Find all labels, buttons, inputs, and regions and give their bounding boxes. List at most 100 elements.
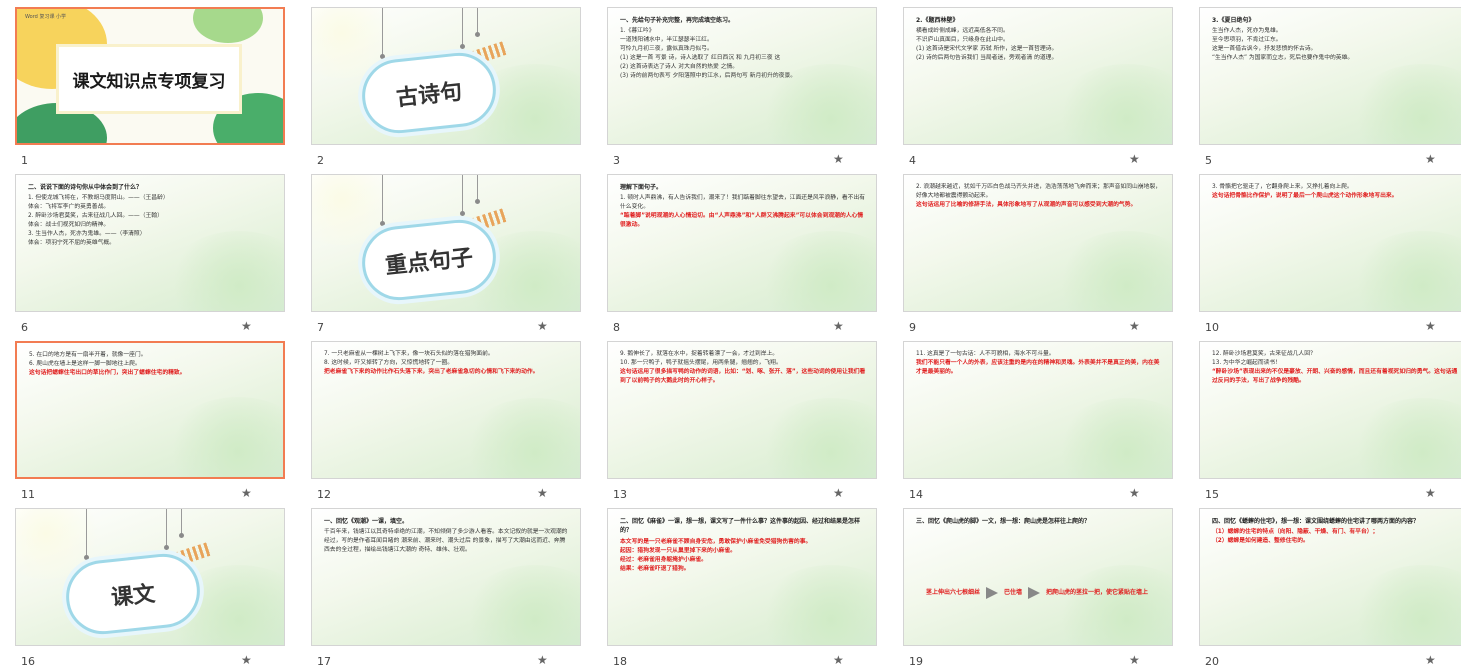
- hanging-string: [181, 509, 182, 535]
- slide-thumbnail-18[interactable]: 二、回忆《麻雀》一课，想一想，课文写了一件什么事？这件事的起因、经过和结果是怎样…: [607, 508, 887, 669]
- slide-thumbnail-4[interactable]: 2.《题西林壁》 横看成岭侧成峰，远近高低各不同。 不识庐山真面目，只缘身在此山中。…: [903, 7, 1183, 168]
- slide-preview[interactable]: 理解下面句子。 1. 顿时人声鼎沸，有人告诉我们，潮来了！我们踮着脚往东望去，江面…: [607, 174, 877, 312]
- slide-preview[interactable]: 重点句子: [311, 174, 581, 312]
- slide-thumbnail-3[interactable]: 一、先给句子补充完整，再完成填空练习。 1.《暮江吟》 一道残阳铺水中，半江瑟瑟半江…: [607, 7, 887, 168]
- slide-thumbnail-1[interactable]: Word 复习课 小学 课文知识点专项复习 1: [15, 7, 295, 168]
- slide-preview[interactable]: 7. 一只老麻雀从一棵树上飞下来，像一块石头似的落在猎狗面前。 8. 这时候，吓又…: [311, 341, 581, 479]
- slide-text-line: 10. 那一只鸭子，鸭子就摇头摆尾，用两条腿，翘翘的，飞翔。: [620, 359, 782, 366]
- hanging-string: [477, 175, 478, 201]
- slide-preview[interactable]: 课文: [15, 508, 285, 646]
- slide-text-line: 体会：飞将军李广的英勇善战。: [28, 204, 110, 211]
- slide-thumbnail-9[interactable]: 2. 浪潮越来越近，犹如千万匹白色战马齐头并进，浩浩荡荡地飞奔而来；那声音如同山…: [903, 174, 1183, 335]
- slide-thumbnail-5[interactable]: 3.《夏日绝句》 生当作人杰，死亦为鬼雄。 至今思项羽，不肯过江东。 这是一首借古讽今…: [1199, 7, 1461, 168]
- slide-thumbnail-10[interactable]: 3. 骨骼把它驱走了，它翻身爬上来，又挣扎着向上爬。 这句话把骨骼比作保护，说明了…: [1199, 174, 1461, 335]
- slide-thumbnail-20[interactable]: 四、回忆《蟋蟀的住宅》，想一想：课文围绕蟋蟀的住宅讲了哪两方面的内容？ （1）蟋蟀…: [1199, 508, 1461, 669]
- hanging-bead: [380, 54, 385, 59]
- slide-heading: 2.《题西林壁》: [916, 17, 959, 24]
- animation-star-icon[interactable]: ★: [537, 653, 548, 667]
- section-title: 古诗句: [395, 78, 464, 112]
- animation-star-icon[interactable]: ★: [833, 319, 844, 333]
- slide-thumbnail-8[interactable]: 理解下面句子。 1. 顿时人声鼎沸，有人告诉我们，潮来了！我们踮着脚往东望去，江面…: [607, 174, 887, 335]
- slide-heading: 三、回忆《爬山虎的脚》一文，想一想：爬山虎是怎样往上爬的？: [916, 518, 1091, 525]
- slide-content: 11. 这真是了一句古话：人不可貌相，海水不可斗量。 我们不能只看一个人的外表，应…: [916, 350, 1162, 472]
- slide-text-line: 横看成岭侧成峰，远近高低各不同。: [916, 28, 1009, 35]
- slide-preview[interactable]: 四、回忆《蟋蟀的住宅》，想一想：课文围绕蟋蟀的住宅讲了哪两方面的内容？ （1）蟋蟀…: [1199, 508, 1461, 646]
- slide-number: 14: [909, 488, 923, 501]
- animation-star-icon[interactable]: ★: [1425, 152, 1436, 166]
- slide-preview[interactable]: 一、先给句子补充完整，再完成填空练习。 1.《暮江吟》 一道残阳铺水中，半江瑟瑟半江…: [607, 7, 877, 145]
- slide-text-line: 5. 在口的地方是有一扇半开着，就像一座门。: [29, 352, 147, 358]
- slide-preview[interactable]: 一、回忆《观潮》一课，填空。千百年来，钱塘江以其奇特卓绝的江潮，不知倾倒了多少游…: [311, 508, 581, 646]
- slide-header-text: Word 复习课 小学: [25, 14, 67, 20]
- slide-preview[interactable]: Word 复习课 小学 课文知识点专项复习: [15, 7, 285, 145]
- slide-heading: 一、回忆《观潮》一课，填空。: [324, 518, 409, 525]
- hanging-string: [462, 8, 463, 46]
- hanging-bead: [179, 533, 184, 538]
- hanging-bead: [84, 555, 89, 560]
- section-title: 课文: [109, 580, 157, 612]
- animation-star-icon[interactable]: ★: [241, 486, 252, 500]
- animation-star-icon[interactable]: ★: [241, 653, 252, 667]
- slide-preview[interactable]: 3.《夏日绝句》 生当作人杰，死亦为鬼雄。 至今思项羽，不肯过江东。 这是一首借古讽今…: [1199, 7, 1461, 145]
- slide-preview[interactable]: 2.《题西林壁》 横看成岭侧成峰，远近高低各不同。 不识庐山真面目，只缘身在此山中。…: [903, 7, 1173, 145]
- section-title: 重点句子: [384, 244, 475, 280]
- slide-preview[interactable]: 三、回忆《爬山虎的脚》一文，想一想：爬山虎是怎样往上爬的？ 茎上伸出六七根细丝 巴住…: [903, 508, 1173, 646]
- hanging-bead: [460, 44, 465, 49]
- slide-content: 四、回忆《蟋蟀的住宅》，想一想：课文围绕蟋蟀的住宅讲了哪两方面的内容？ （1）蟋蟀…: [1212, 517, 1458, 639]
- animation-star-icon[interactable]: ★: [833, 653, 844, 667]
- animation-star-icon[interactable]: ★: [833, 152, 844, 166]
- slide-number: 17: [317, 655, 331, 668]
- slide-thumbnail-2[interactable]: 古诗句 2: [311, 7, 591, 168]
- slide-text-line: 9. 鹅伸长了，就落在水中，捉着转着漂了一会，才过到岸上。: [620, 351, 779, 357]
- slide-thumbnail-6[interactable]: 二、说说下面的诗句你从中体会到了什么？ 1. 但使龙城飞将在，不教胡马度阴山。——…: [15, 174, 295, 335]
- slide-content: 12. 醉卧沙场君莫笑，古来征战几人回？ 13. 为中华之崛起而读书！ “醉卧沙场”…: [1212, 350, 1458, 472]
- slide-preview[interactable]: 5. 在口的地方是有一扇半开着，就像一座门。 6. 爬山虎在墙上是这样一脚一脚地往…: [15, 341, 285, 479]
- slide-preview[interactable]: 9. 鹅伸长了，就落在水中，捉着转着漂了一会，才过到岸上。 10. 那一只鸭子，鸭…: [607, 341, 877, 479]
- hanging-string: [86, 509, 87, 557]
- hanging-bead: [460, 211, 465, 216]
- slide-thumbnail-19[interactable]: 三、回忆《爬山虎的脚》一文，想一想：爬山虎是怎样往上爬的？ 茎上伸出六七根细丝 巴住…: [903, 508, 1183, 669]
- slide-text-line: 2. 浪潮越来越近，犹如千万匹白色战马齐头并进，浩浩荡荡地飞奔而来；那声音如同山…: [916, 184, 1162, 199]
- slide-preview[interactable]: 古诗句: [311, 7, 581, 145]
- slide-preview[interactable]: 2. 浪潮越来越近，犹如千万匹白色战马齐头并进，浩浩荡荡地飞奔而来；那声音如同山…: [903, 174, 1173, 312]
- slide-thumbnail-17[interactable]: 一、回忆《观潮》一课，填空。千百年来，钱塘江以其奇特卓绝的江潮，不知倾倒了多少游…: [311, 508, 591, 669]
- animation-star-icon[interactable]: ★: [241, 319, 252, 333]
- slide-thumbnail-7[interactable]: 重点句子 7 ★: [311, 174, 591, 335]
- slide-thumbnail-15[interactable]: 12. 醉卧沙场君莫笑，古来征战几人回？ 13. 为中华之崛起而读书！ “醉卧沙场”…: [1199, 341, 1461, 502]
- slide-text-line: 生当作人杰，死亦为鬼雄。: [1212, 28, 1282, 35]
- slide-number: 16: [21, 655, 35, 668]
- slide-text-line: 2. 醉卧沙场君莫笑，古来征战几人回。——（王翰）: [28, 213, 163, 220]
- animation-star-icon[interactable]: ★: [1425, 486, 1436, 500]
- slide-text-line: 千百年来，钱塘江以其奇特卓绝的江潮，不知倾倒了多少游人看客。本文记叙的就是一次观…: [324, 529, 568, 554]
- slide-content: 一、先给句子补充完整，再完成填空练习。 1.《暮江吟》 一道残阳铺水中，半江瑟瑟半江…: [620, 16, 866, 138]
- animation-star-icon[interactable]: ★: [1129, 653, 1140, 667]
- hanging-bead: [475, 32, 480, 37]
- slide-thumbnail-12[interactable]: 7. 一只老麻雀从一棵树上飞下来，像一块石头似的落在猎狗面前。 8. 这时候，吓又…: [311, 341, 591, 502]
- slide-text-line: 体会：项羽宁死不屈的英雄气概。: [28, 240, 115, 247]
- slide-preview[interactable]: 11. 这真是了一句古话：人不可貌相，海水不可斗量。 我们不能只看一个人的外表，应…: [903, 341, 1173, 479]
- slide-thumbnail-14[interactable]: 11. 这真是了一句古话：人不可貌相，海水不可斗量。 我们不能只看一个人的外表，应…: [903, 341, 1183, 502]
- animation-star-icon[interactable]: ★: [1129, 486, 1140, 500]
- slide-preview[interactable]: 二、说说下面的诗句你从中体会到了什么？ 1. 但使龙城飞将在，不教胡马度阴山。——…: [15, 174, 285, 312]
- slide-number: 18: [613, 655, 627, 668]
- slide-content: 5. 在口的地方是有一扇半开着，就像一座门。 6. 爬山虎在墙上是这样一脚一脚地往…: [29, 351, 273, 471]
- animation-star-icon[interactable]: ★: [833, 486, 844, 500]
- slide-preview[interactable]: 12. 醉卧沙场君莫笑，古来征战几人回？ 13. 为中华之崛起而读书！ “醉卧沙场”…: [1199, 341, 1461, 479]
- slide-text-line: 13. 为中华之崛起而读书！: [1212, 359, 1282, 366]
- slide-preview[interactable]: 3. 骨骼把它驱走了，它翻身爬上来，又挣扎着向上爬。 这句话把骨骼比作保护，说明了…: [1199, 174, 1461, 312]
- slide-thumbnail-13[interactable]: 9. 鹅伸长了，就落在水中，捉着转着漂了一会，才过到岸上。 10. 那一只鸭子，鸭…: [607, 341, 887, 502]
- hanging-bead: [164, 545, 169, 550]
- animation-star-icon[interactable]: ★: [537, 319, 548, 333]
- slide-text-line: 1.《暮江吟》: [620, 28, 655, 35]
- animation-star-icon[interactable]: ★: [1425, 653, 1436, 667]
- animation-star-icon[interactable]: ★: [1129, 319, 1140, 333]
- slide-preview[interactable]: 二、回忆《麻雀》一课，想一想，课文写了一件什么事？这件事的起因、经过和结果是怎样…: [607, 508, 877, 646]
- animation-star-icon[interactable]: ★: [537, 486, 548, 500]
- slide-text-line: 可怜九月初三夜，露似真珠月似弓。: [620, 46, 713, 53]
- animation-star-icon[interactable]: ★: [1129, 152, 1140, 166]
- slide-thumbnail-11[interactable]: 5. 在口的地方是有一扇半开着，就像一座门。 6. 爬山虎在墙上是这样一脚一脚地往…: [15, 341, 295, 502]
- animation-star-icon[interactable]: ★: [1425, 319, 1436, 333]
- slide-answer-text: “踮着脚”说明观潮的人心情迫切。由“人声鼎沸”和“人群又沸腾起来”可以体会到观潮…: [620, 213, 864, 229]
- slide-thumbnail-16[interactable]: 课文 16 ★: [15, 508, 295, 669]
- slide-text-line: 这是一首借古讽今，抒发悲愤的怀古诗。: [1212, 46, 1317, 53]
